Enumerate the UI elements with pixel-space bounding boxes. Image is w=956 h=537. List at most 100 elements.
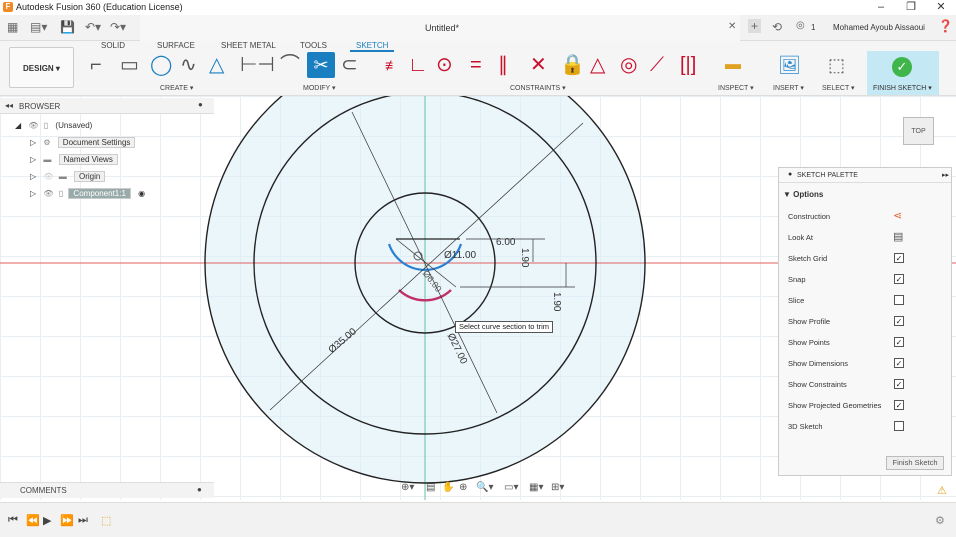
- workspace-switcher[interactable]: DESIGN ▾: [9, 47, 74, 88]
- concentric-constraint-icon[interactable]: ◎: [620, 54, 637, 76]
- palette-row-snap[interactable]: Snap ✓: [779, 269, 951, 290]
- browser-header[interactable]: ◂◂ BROWSER ●: [0, 98, 214, 114]
- select-group-label[interactable]: SELECT ▾: [822, 84, 855, 92]
- construction-icon[interactable]: ⋖: [893, 209, 902, 222]
- tree-item-named-views[interactable]: ▷ ▬ Named Views: [30, 154, 118, 167]
- equal-constraint-icon[interactable]: =: [470, 54, 482, 76]
- palette-header[interactable]: ● SKETCH PALETTE ▸▸: [779, 168, 951, 183]
- snap-checkbox[interactable]: ✓: [894, 274, 904, 284]
- file-menu-icon[interactable]: ▤▾: [30, 20, 47, 34]
- show-points-checkbox[interactable]: ✓: [894, 337, 904, 347]
- inner-diameter-label[interactable]: Ø11.00: [444, 250, 476, 261]
- comments-panel[interactable]: COMMENTS ●: [0, 482, 214, 498]
- fix-constraint-icon[interactable]: 🔒: [560, 54, 585, 76]
- tab-solid[interactable]: SOLID: [101, 41, 125, 50]
- height-dim-label-1[interactable]: 1.90: [519, 248, 530, 268]
- play-icon[interactable]: ▶: [43, 514, 51, 527]
- display-settings-icon[interactable]: ▭▾: [504, 482, 518, 493]
- show-projected-geometries-checkbox[interactable]: ✓: [894, 400, 904, 410]
- visibility-eye-icon[interactable]: 👁: [28, 121, 38, 130]
- finish-sketch-button[interactable]: ✓ FINISH SKETCH ▾: [867, 51, 939, 95]
- comments-add-icon[interactable]: ●: [197, 485, 202, 494]
- palette-row-show-dimensions[interactable]: Show Dimensions ✓: [779, 353, 951, 374]
- parallel-constraint-icon[interactable]: ∥: [498, 54, 508, 76]
- slice-checkbox[interactable]: [894, 295, 904, 305]
- show-profile-checkbox[interactable]: ✓: [894, 316, 904, 326]
- width-dim-label[interactable]: 6.00: [496, 237, 516, 248]
- pan-icon[interactable]: ✋: [442, 482, 454, 493]
- dimension-width-tool-icon[interactable]: ⊢⊣: [240, 54, 275, 76]
- minimize-button[interactable]: –: [866, 0, 896, 15]
- palette-row-show-profile[interactable]: Show Profile ✓: [779, 311, 951, 332]
- expand-triangle-icon[interactable]: ▷: [30, 189, 36, 198]
- triangle-tool-icon[interactable]: △: [209, 54, 224, 76]
- close-tab-icon[interactable]: ✕: [728, 21, 736, 32]
- go-to-end-icon[interactable]: ⏭: [78, 514, 88, 527]
- restore-button[interactable]: ❐: [896, 0, 926, 15]
- data-panel-grid-icon[interactable]: ▦: [7, 20, 18, 34]
- palette-row-show-constraints[interactable]: Show Constraints ✓: [779, 374, 951, 395]
- palette-row-3d-sketch[interactable]: 3D Sketch: [779, 416, 951, 437]
- coincident-constraint-icon[interactable]: ∟: [408, 54, 428, 76]
- new-tab-icon[interactable]: +: [748, 19, 762, 33]
- help-icon[interactable]: ❓: [938, 19, 953, 33]
- trim-tool-button[interactable]: ✂: [307, 52, 335, 78]
- show-constraints-checkbox[interactable]: ✓: [894, 379, 904, 389]
- horizontal-vertical-constraint-icon[interactable]: ≢: [385, 54, 399, 76]
- visibility-eye-icon[interactable]: 👁: [43, 189, 53, 198]
- insert-image-icon[interactable]: 🖼: [778, 54, 801, 76]
- collapse-panel-icon[interactable]: ◂◂: [5, 101, 13, 110]
- collinear-constraint-icon[interactable]: ⟋: [650, 54, 664, 76]
- tree-item-component[interactable]: ▷ 👁 ▯ Component1:1 ◉: [30, 188, 145, 201]
- view-cube[interactable]: TOP: [903, 117, 934, 145]
- expand-triangle-icon[interactable]: ▷: [30, 172, 36, 181]
- insert-group-label[interactable]: INSERT ▾: [773, 84, 804, 92]
- tab-surface[interactable]: SURFACE: [157, 41, 195, 50]
- perpendicular-constraint-icon[interactable]: ✕: [530, 54, 547, 76]
- palette-row-sketch-grid[interactable]: Sketch Grid ✓: [779, 248, 951, 269]
- extensions-icon[interactable]: ⟲: [772, 20, 782, 34]
- activate-radio-icon[interactable]: ◉: [138, 189, 145, 198]
- visibility-eye-icon[interactable]: 👁: [43, 172, 53, 181]
- viewports-icon[interactable]: ⊞▾: [551, 482, 564, 493]
- zoom-icon[interactable]: ⊕: [459, 482, 467, 493]
- line-tool-icon[interactable]: ⌐: [90, 54, 102, 76]
- circle-tool-icon[interactable]: ◯: [150, 54, 172, 76]
- sketch-grid-checkbox[interactable]: ✓: [894, 253, 904, 263]
- look-at-icon[interactable]: ▤: [893, 230, 903, 243]
- height-dim-label-2[interactable]: 1.90: [551, 292, 562, 312]
- show-dimensions-checkbox[interactable]: ✓: [894, 358, 904, 368]
- options-section-header[interactable]: ▼ Options: [783, 190, 823, 199]
- browser-options-icon[interactable]: ●: [198, 100, 203, 109]
- palette-row-show-points[interactable]: Show Points ✓: [779, 332, 951, 353]
- expand-triangle-icon[interactable]: ▷: [30, 138, 36, 147]
- tree-item-origin[interactable]: ▷ 👁 ▬ Origin: [30, 171, 106, 184]
- inspect-group-label[interactable]: INSPECT ▾: [718, 84, 754, 92]
- tab-tools[interactable]: TOOLS: [300, 41, 327, 50]
- 3d-sketch-checkbox[interactable]: [894, 421, 904, 431]
- step-back-icon[interactable]: ⏪: [26, 514, 40, 527]
- job-status-icon[interactable]: ◎: [796, 20, 805, 31]
- palette-row-construction[interactable]: Construction ⋖: [779, 206, 951, 227]
- expand-palette-icon[interactable]: ▸▸: [942, 171, 949, 179]
- modify-group-label[interactable]: MODIFY ▾: [303, 84, 336, 92]
- close-button[interactable]: ✕: [926, 0, 956, 15]
- spline-tool-icon[interactable]: ∿: [180, 54, 197, 76]
- select-tool-icon[interactable]: ⬚: [828, 54, 845, 76]
- go-to-start-icon[interactable]: ⏮: [8, 514, 18, 527]
- palette-row-slice[interactable]: Slice: [779, 290, 951, 311]
- undo-icon[interactable]: ↶▾: [85, 20, 101, 34]
- create-group-label[interactable]: CREATE ▾: [160, 84, 193, 92]
- orbit-icon[interactable]: ⊕▾: [401, 482, 414, 493]
- palette-row-show-projected-geometries[interactable]: Show Projected Geometries ✓: [779, 395, 951, 416]
- warning-icon[interactable]: ⚠: [937, 484, 947, 497]
- constraints-group-label[interactable]: CONSTRAINTS ▾: [510, 84, 566, 92]
- symmetry-constraint-icon[interactable]: [|]: [680, 54, 696, 76]
- tree-root[interactable]: ◢ 👁 ▯ (Unsaved): [15, 121, 92, 133]
- palette-row-look-at[interactable]: Look At ▤: [779, 227, 951, 248]
- tangent-constraint-icon[interactable]: ⊙: [436, 54, 453, 76]
- tab-sheet-metal[interactable]: SHEET METAL: [221, 41, 276, 50]
- tab-sketch[interactable]: SKETCH: [350, 41, 395, 52]
- midpoint-constraint-icon[interactable]: △: [590, 54, 605, 76]
- sketch-feature-icon[interactable]: ⬚: [101, 514, 111, 527]
